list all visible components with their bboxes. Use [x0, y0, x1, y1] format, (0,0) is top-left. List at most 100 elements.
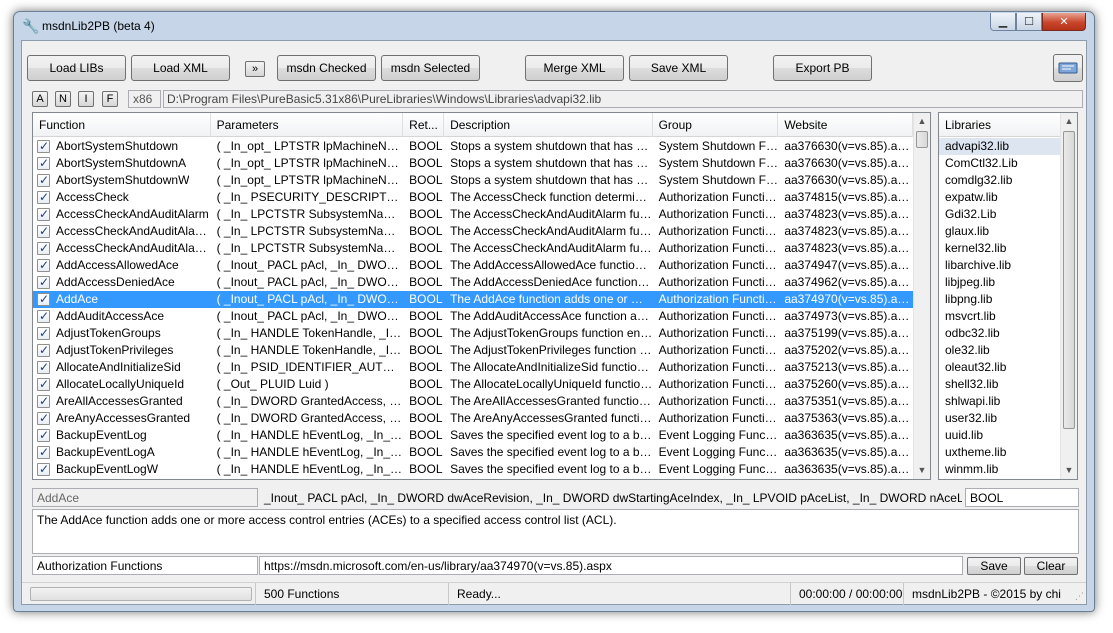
- table-row[interactable]: AccessCheckAndAuditAlarm ( _In_ LPCTSTR S…: [33, 206, 913, 223]
- list-item[interactable]: shlwapi.lib: [939, 393, 1060, 410]
- table-row[interactable]: AllocateAndInitializeSid ( _In_ PSID_IDEN…: [33, 359, 913, 376]
- table-row[interactable]: AddAuditAccessAce ( _Inout_ PACL pAcl, _I…: [33, 308, 913, 325]
- list-item[interactable]: libjpeg.lib: [939, 274, 1060, 291]
- row-checkbox[interactable]: [37, 427, 50, 444]
- table-row[interactable]: AllocateLocallyUniqueId ( _Out_ PLUID Lui…: [33, 376, 913, 393]
- column-return[interactable]: Ret...: [403, 113, 445, 137]
- table-row[interactable]: AccessCheck ( _In_ PSECURITY_DESCRIPTOR .…: [33, 189, 913, 206]
- table-row[interactable]: AccessCheckAndAuditAlarmW ( _In_ LPCTSTR …: [33, 240, 913, 257]
- detail-url-field[interactable]: https://msdn.microsoft.com/en-us/library…: [259, 556, 963, 575]
- row-checkbox[interactable]: [37, 274, 50, 291]
- list-item[interactable]: glaux.lib: [939, 223, 1060, 240]
- resize-grip-icon[interactable]: ⋰: [1075, 591, 1084, 602]
- filter-a-button[interactable]: A: [32, 91, 48, 107]
- table-row[interactable]: AccessCheckAndAuditAlarmA ( _In_ LPCTSTR …: [33, 223, 913, 240]
- row-checkbox[interactable]: [37, 308, 50, 325]
- column-parameters[interactable]: Parameters: [211, 113, 404, 137]
- list-item[interactable]: winmm.lib: [939, 461, 1060, 478]
- save-xml-button[interactable]: Save XML: [629, 55, 728, 81]
- column-website[interactable]: Website: [778, 113, 913, 137]
- row-checkbox[interactable]: [37, 444, 50, 461]
- scroll-down-icon[interactable]: ▼: [1061, 462, 1077, 479]
- row-checkbox[interactable]: [37, 359, 50, 376]
- row-checkbox[interactable]: [37, 138, 50, 155]
- table-row[interactable]: AreAllAccessesGranted ( _In_ DWORD Grante…: [33, 393, 913, 410]
- filter-f-button[interactable]: F: [102, 91, 118, 107]
- list-item[interactable]: advapi32.lib: [939, 138, 1060, 155]
- scroll-thumb[interactable]: [1063, 131, 1075, 429]
- about-button[interactable]: [1053, 54, 1083, 82]
- row-checkbox[interactable]: [37, 461, 50, 478]
- list-item[interactable]: Gdi32.Lib: [939, 206, 1060, 223]
- export-pb-button[interactable]: Export PB: [773, 55, 872, 81]
- table-row[interactable]: AbortSystemShutdownW ( _In_opt_ LPTSTR lp…: [33, 172, 913, 189]
- libraries-scrollbar[interactable]: ▲ ▼: [1060, 113, 1077, 479]
- list-item[interactable]: ole32.lib: [939, 342, 1060, 359]
- row-checkbox[interactable]: [37, 342, 50, 359]
- table-row[interactable]: BackupEventLogA ( _In_ HANDLE hEventLog, …: [33, 444, 913, 461]
- list-item[interactable]: user32.lib: [939, 410, 1060, 427]
- clear-button[interactable]: Clear: [1024, 557, 1078, 575]
- table-row[interactable]: AbortSystemShutdownA ( _In_opt_ LPTSTR lp…: [33, 155, 913, 172]
- expand-button[interactable]: »: [245, 61, 265, 77]
- row-checkbox[interactable]: [37, 189, 50, 206]
- column-function[interactable]: Function: [33, 113, 211, 137]
- minimize-button[interactable]: ▁: [990, 13, 1016, 31]
- list-item[interactable]: msvcrt.lib: [939, 308, 1060, 325]
- row-checkbox[interactable]: [37, 223, 50, 240]
- list-item[interactable]: odbc32.lib: [939, 325, 1060, 342]
- row-checkbox[interactable]: [37, 155, 50, 172]
- detail-return-field[interactable]: BOOL: [965, 488, 1079, 507]
- list-item[interactable]: expatw.lib: [939, 189, 1060, 206]
- row-checkbox[interactable]: [37, 410, 50, 427]
- column-group[interactable]: Group: [653, 113, 779, 137]
- title-bar[interactable]: 🔧 msdnLib2PB (beta 4) ▁ ☐ ✕: [14, 12, 1094, 40]
- detail-group-field[interactable]: Authorization Functions: [32, 556, 258, 575]
- row-checkbox[interactable]: [37, 291, 50, 308]
- list-item[interactable]: uxtheme.lib: [939, 444, 1060, 461]
- scroll-up-icon[interactable]: ▲: [1061, 113, 1077, 130]
- row-checkbox[interactable]: [37, 206, 50, 223]
- column-description[interactable]: Description: [444, 113, 653, 137]
- row-checkbox[interactable]: [37, 257, 50, 274]
- row-checkbox[interactable]: [37, 376, 50, 393]
- close-button[interactable]: ✕: [1042, 13, 1086, 31]
- library-path-field[interactable]: D:\Program Files\PureBasic5.31x86\PureLi…: [163, 90, 1083, 108]
- function-grid[interactable]: Function Parameters Ret... Description G…: [32, 112, 931, 480]
- list-item[interactable]: comdlg32.lib: [939, 172, 1060, 189]
- list-item[interactable]: shell32.lib: [939, 376, 1060, 393]
- maximize-button[interactable]: ☐: [1016, 13, 1042, 31]
- list-item[interactable]: ComCtl32.Lib: [939, 155, 1060, 172]
- table-row[interactable]: AdjustTokenPrivileges ( _In_ HANDLE Token…: [33, 342, 913, 359]
- row-checkbox[interactable]: [37, 172, 50, 189]
- list-item[interactable]: kernel32.lib: [939, 240, 1060, 257]
- table-row[interactable]: AbortSystemShutdown ( _In_opt_ LPTSTR lpM…: [33, 138, 913, 155]
- load-libs-button[interactable]: Load LIBs: [27, 55, 126, 81]
- detail-description-field[interactable]: The AddAce function adds one or more acc…: [32, 509, 1079, 554]
- table-row[interactable]: AddAce ( _Inout_ PACL pAcl, _In_ DWORD...…: [33, 291, 913, 308]
- table-row[interactable]: AddAccessDeniedAce ( _Inout_ PACL pAcl, _…: [33, 274, 913, 291]
- msdn-selected-button[interactable]: msdn Selected: [381, 55, 480, 81]
- table-row[interactable]: BackupEventLog ( _In_ HANDLE hEventLog, _…: [33, 427, 913, 444]
- row-checkbox[interactable]: [37, 240, 50, 257]
- table-row[interactable]: AreAnyAccessesGranted ( _In_ DWORD Grante…: [33, 410, 913, 427]
- table-row[interactable]: BackupEventLogW ( _In_ HANDLE hEventLog, …: [33, 461, 913, 478]
- merge-xml-button[interactable]: Merge XML: [525, 55, 624, 81]
- scroll-up-icon[interactable]: ▲: [914, 113, 930, 130]
- list-item[interactable]: uuid.lib: [939, 427, 1060, 444]
- save-button[interactable]: Save: [967, 557, 1021, 575]
- msdn-checked-button[interactable]: msdn Checked: [277, 55, 376, 81]
- list-item[interactable]: libpng.lib: [939, 291, 1060, 308]
- filter-n-button[interactable]: N: [55, 91, 71, 107]
- table-row[interactable]: AddAccessAllowedAce ( _Inout_ PACL pAcl, …: [33, 257, 913, 274]
- row-checkbox[interactable]: [37, 393, 50, 410]
- load-xml-button[interactable]: Load XML: [131, 55, 230, 81]
- libraries-list[interactable]: Libraries advapi32.lib ComCtl32.Lib comdlg…: [938, 112, 1078, 480]
- scroll-thumb[interactable]: [916, 131, 928, 148]
- detail-params-field[interactable]: _Inout_ PACL pAcl, _In_ DWORD dwAceRevis…: [259, 488, 963, 507]
- filter-i-button[interactable]: I: [78, 91, 94, 107]
- list-item[interactable]: libarchive.lib: [939, 257, 1060, 274]
- grid-scrollbar[interactable]: ▲ ▼: [913, 113, 930, 479]
- table-row[interactable]: AdjustTokenGroups ( _In_ HANDLE TokenHand…: [33, 325, 913, 342]
- row-checkbox[interactable]: [37, 325, 50, 342]
